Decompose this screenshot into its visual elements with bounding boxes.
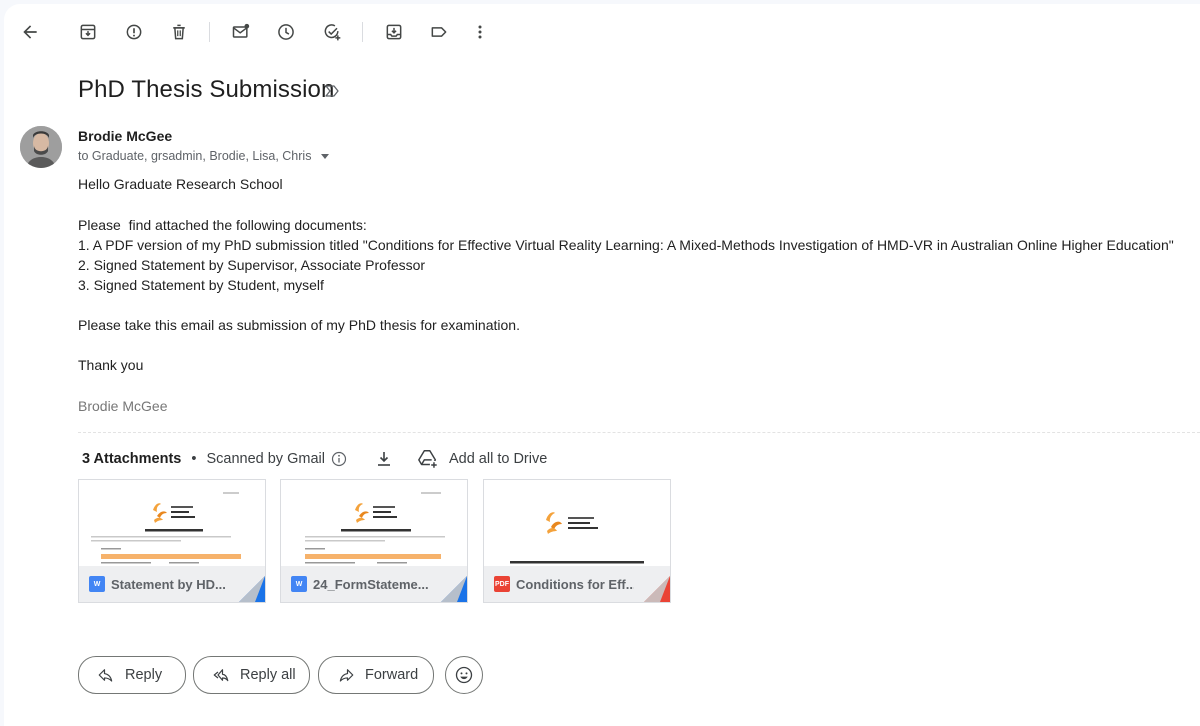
more-vert-icon[interactable] [462, 14, 498, 50]
document-thumbnail [510, 512, 644, 564]
word-doc-icon: W [89, 576, 105, 592]
email-subject: PhD Thesis Submission [78, 76, 335, 103]
sender-name[interactable]: Brodie McGee [78, 128, 172, 144]
reply-label: Reply [125, 667, 163, 683]
recipients-line: to Graduate, grsadmin, Brodie, Lisa, Chr… [78, 149, 330, 163]
label-icon[interactable] [421, 14, 457, 50]
forward-icon [339, 669, 354, 682]
attachments-header: 3 Attachments • Scanned by Gmail Add all… [82, 447, 547, 471]
email-signature: Brodie McGee [78, 398, 168, 414]
add-to-drive-icon[interactable] [417, 448, 439, 470]
download-all-icon[interactable] [375, 450, 393, 468]
email-view: PhD Thesis Submission Brodie McGee to Gr… [4, 4, 1200, 726]
pdf-icon: PDF [494, 576, 510, 592]
file-type-corner [644, 576, 670, 602]
move-to-icon[interactable] [376, 14, 412, 50]
reply-all-icon [213, 669, 229, 682]
report-spam-icon[interactable] [116, 14, 152, 50]
importance-marker-icon[interactable] [324, 84, 340, 98]
body-closing: Thank you [78, 357, 144, 373]
attachment-preview [484, 480, 670, 566]
delete-icon[interactable] [161, 14, 197, 50]
body-line: 1. A PDF version of my PhD submission ti… [78, 237, 1174, 253]
attachment-preview [281, 480, 467, 566]
mark-unread-icon[interactable] [223, 14, 259, 50]
attachment-card[interactable]: PDF Conditions for Eff... [483, 479, 671, 603]
email-toolbar [4, 4, 1200, 60]
scanned-label: Scanned by Gmail [206, 451, 325, 467]
attachment-card[interactable]: W 24_FormStateme... [280, 479, 468, 603]
body-line: 3. Signed Statement by Student, myself [78, 277, 324, 293]
emoji-reaction-button[interactable] [445, 656, 483, 694]
document-thumbnail [91, 492, 241, 564]
body-line: Please find attached the following docum… [78, 217, 367, 233]
recipients-text: to Graduate, grsadmin, Brodie, Lisa, Chr… [78, 149, 312, 163]
file-type-corner [239, 576, 265, 602]
emoji-icon [455, 666, 473, 684]
reply-all-button[interactable]: Reply all [193, 656, 310, 694]
reply-icon [98, 669, 113, 682]
document-thumbnail [305, 492, 445, 564]
attachment-name: 24_FormStateme... [313, 576, 429, 592]
body-greeting: Hello Graduate Research School [78, 176, 283, 192]
body-line: 2. Signed Statement by Supervisor, Assoc… [78, 257, 426, 273]
file-type-corner [441, 576, 467, 602]
attachments-count: 3 Attachments [82, 451, 182, 467]
forward-button[interactable]: Forward [318, 656, 434, 694]
attachment-name: Conditions for Eff... [516, 576, 634, 592]
back-arrow-icon[interactable] [12, 14, 48, 50]
reply-all-label: Reply all [240, 667, 296, 683]
attachment-preview [79, 480, 265, 566]
reply-button[interactable]: Reply [78, 656, 186, 694]
attachment-name: Statement by HD... [111, 576, 226, 592]
attachments-divider [78, 432, 1200, 433]
word-doc-icon: W [291, 576, 307, 592]
snooze-icon[interactable] [268, 14, 304, 50]
add-task-icon[interactable] [314, 14, 350, 50]
archive-icon[interactable] [70, 14, 106, 50]
forward-label: Forward [365, 667, 419, 683]
body-line: Please take this email as submission of … [78, 317, 520, 333]
add-all-to-drive-link[interactable]: Add all to Drive [449, 451, 547, 467]
attachment-card[interactable]: W Statement by HD... [78, 479, 266, 603]
toolbar-divider [362, 22, 363, 42]
avatar[interactable] [20, 126, 62, 168]
chevron-down-icon[interactable] [321, 153, 330, 159]
info-icon[interactable] [331, 451, 347, 467]
toolbar-divider [209, 22, 210, 42]
separator-dot: • [191, 451, 197, 467]
